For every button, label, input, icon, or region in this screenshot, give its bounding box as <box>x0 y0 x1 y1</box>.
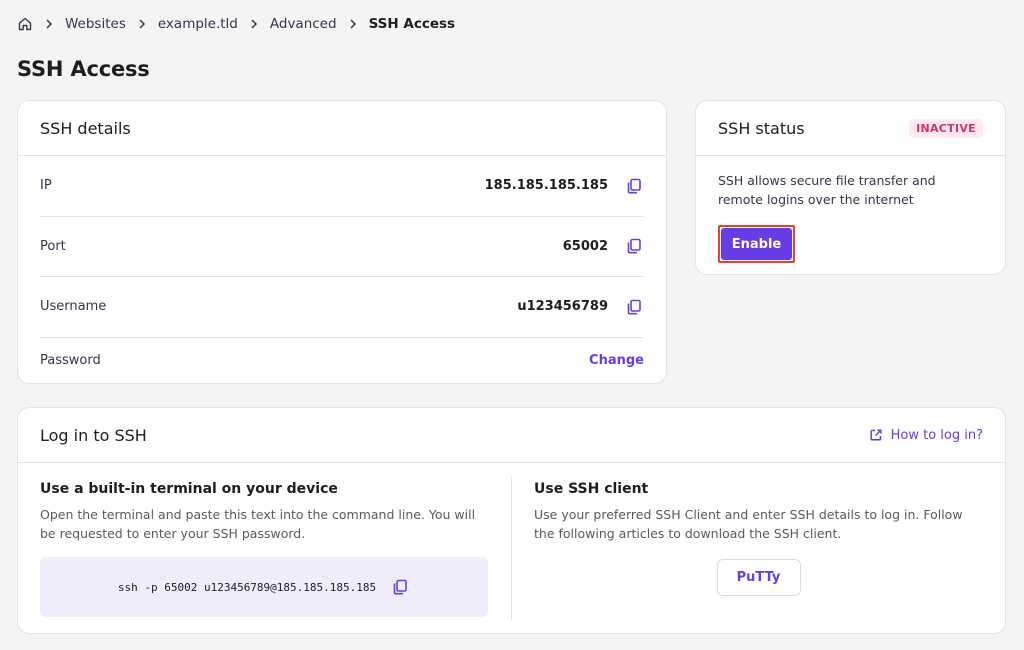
detail-row-password: Password Change <box>40 338 644 383</box>
breadcrumb-item-websites[interactable]: Websites <box>65 16 126 32</box>
ssh-status-header: SSH status INACTIVE <box>696 101 1005 156</box>
port-value: 65002 <box>562 238 608 254</box>
change-password-button[interactable]: Change <box>589 353 644 368</box>
terminal-heading: Use a built-in terminal on your device <box>40 481 338 497</box>
home-icon[interactable] <box>17 16 33 32</box>
ssh-client-section: Use SSH client Use your preferred SSH Cl… <box>512 477 1005 620</box>
breadcrumb-current: SSH Access <box>368 16 456 32</box>
ssh-client-description: Use your preferred SSH Client and enter … <box>534 507 963 541</box>
detail-value-group: u123456789 <box>517 297 644 317</box>
ssh-status-description: SSH allows secure file transfer and remo… <box>718 173 936 207</box>
detail-row-port: Port 65002 <box>40 217 644 277</box>
detail-row-ip: IP 185.185.185.185 <box>40 156 644 217</box>
ip-value: 185.185.185.185 <box>484 178 608 194</box>
detail-value-group: 65002 <box>563 236 644 256</box>
login-ssh-header: Log in to SSH How to log in? <box>18 408 1005 463</box>
login-ssh-card: Log in to SSH How to log in? Use a built… <box>17 407 1006 634</box>
detail-label: Port <box>40 238 66 254</box>
ssh-status-title: SSH status <box>718 118 805 138</box>
copy-icon[interactable] <box>624 176 644 196</box>
ssh-details-title: SSH details <box>40 118 131 138</box>
detail-label: IP <box>40 178 52 194</box>
ssh-details-list: IP 185.185.185.185 Port 65002 Username u… <box>18 156 666 383</box>
enable-button-highlight: Enable <box>718 225 795 263</box>
page-title: SSH Access <box>17 57 150 81</box>
breadcrumb-item-domain[interactable]: example.tld <box>158 16 238 32</box>
ssh-client-heading: Use SSH client <box>534 481 649 497</box>
external-link-icon <box>869 428 883 442</box>
putty-button-wrap: PuTTy <box>534 559 983 596</box>
chevron-right-icon <box>247 17 261 31</box>
login-ssh-title: Log in to SSH <box>40 425 147 445</box>
detail-row-username: Username u123456789 <box>40 277 644 338</box>
breadcrumb: Websites example.tld Advanced SSH Access <box>17 14 455 34</box>
login-ssh-body: Use a built-in terminal on your device O… <box>18 463 1005 634</box>
putty-button[interactable]: PuTTy <box>716 559 801 596</box>
username-value: u123456789 <box>517 299 608 315</box>
copy-icon[interactable] <box>624 297 644 317</box>
terminal-section: Use a built-in terminal on your device O… <box>18 477 512 620</box>
detail-label: Password <box>40 352 101 368</box>
detail-label: Username <box>40 299 107 315</box>
chevron-right-icon <box>346 17 360 31</box>
terminal-command-box: ssh -p 65002 u123456789@185.185.185.185 <box>40 557 488 617</box>
copy-icon[interactable] <box>390 577 410 597</box>
ssh-status-card: SSH status INACTIVE SSH allows secure fi… <box>695 100 1006 275</box>
status-badge: INACTIVE <box>909 118 983 138</box>
how-to-login-label: How to log in? <box>890 427 983 443</box>
chevron-right-icon <box>135 17 149 31</box>
chevron-right-icon <box>42 17 56 31</box>
copy-icon[interactable] <box>624 236 644 256</box>
how-to-login-link[interactable]: How to log in? <box>869 428 983 443</box>
terminal-description: Open the terminal and paste this text in… <box>40 507 476 541</box>
ssh-details-card: SSH details IP 185.185.185.185 Port 6500… <box>17 100 667 384</box>
detail-value-group: 185.185.185.185 <box>485 176 644 196</box>
ssh-details-header: SSH details <box>18 101 666 156</box>
ssh-status-body: SSH allows secure file transfer and remo… <box>696 156 1005 279</box>
breadcrumb-item-advanced[interactable]: Advanced <box>270 16 337 32</box>
enable-button[interactable]: Enable <box>721 228 792 260</box>
ssh-command: ssh -p 65002 u123456789@185.185.185.185 <box>117 580 377 594</box>
